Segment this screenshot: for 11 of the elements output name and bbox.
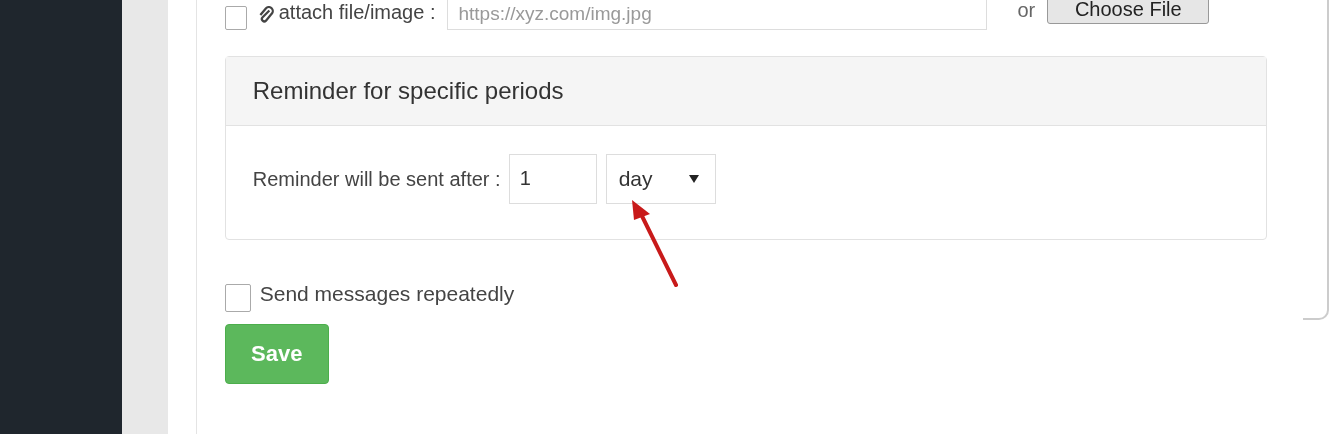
or-label: or bbox=[1017, 0, 1036, 22]
repeat-checkbox[interactable] bbox=[224, 284, 251, 312]
attach-checkbox[interactable] bbox=[224, 6, 247, 30]
panel-title: Reminder for specific periods bbox=[252, 77, 564, 105]
period-input[interactable]: 1 bbox=[508, 154, 597, 204]
repeat-label: Send messages repeatedly bbox=[259, 282, 515, 306]
attach-label: attach file/image : bbox=[278, 1, 436, 24]
dropdown-caret-icon bbox=[688, 175, 699, 183]
unit-select[interactable]: day bbox=[605, 154, 716, 204]
choose-file-button[interactable]: Choose File bbox=[1047, 0, 1210, 24]
reminder-label: Reminder will be sent after : bbox=[252, 167, 501, 191]
